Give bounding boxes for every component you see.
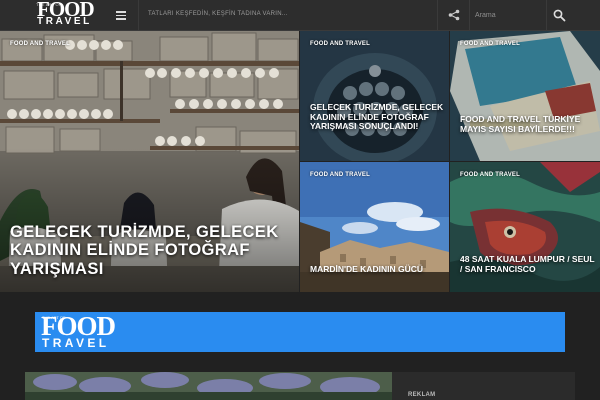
post-category[interactable]: FOOD AND TRAVEL — [310, 172, 370, 178]
featured-post-main[interactable]: FOOD AND TRAVEL GELECEK TURİZMDE, GELECE… — [0, 31, 299, 292]
ad-label: REKLAM — [408, 392, 436, 398]
post-category[interactable]: FOOD AND TRAVEL — [460, 41, 520, 47]
search-input[interactable] — [475, 8, 545, 23]
header-divider — [546, 0, 547, 31]
featured-post[interactable]: FOOD AND TRAVEL GELECEK TURİZMDE, GELECE… — [300, 31, 449, 161]
logo-travel: TRAVEL — [37, 16, 92, 27]
advertisement-banner[interactable]: THE ART OF FOOD TRAVEL — [35, 311, 565, 352]
post-title[interactable]: GELECEK TURİZMDE, GELECEK KADININ ELİNDE… — [10, 223, 295, 278]
featured-image-magazines — [450, 31, 600, 161]
post-title[interactable]: FOOD AND TRAVEL TÜRKİYE MAYIS SAYISI BAY… — [460, 114, 595, 134]
featured-post[interactable]: FOOD AND TRAVEL MARDİN'DE KADININ GÜCÜ — [300, 162, 449, 292]
post-category[interactable]: FOOD AND TRAVEL — [10, 41, 70, 47]
post-title[interactable]: 48 SAAT KUALA LUMPUR / SEUL / SAN FRANCI… — [460, 254, 595, 274]
wisteria-image — [25, 372, 392, 400]
search-icon[interactable] — [553, 9, 566, 22]
share-icon[interactable] — [448, 9, 460, 21]
sidebar-ad: REKLAM — [392, 372, 575, 400]
site-tagline: TATLARI KEŞFEDİN, KEŞFİN TADINA VARIN... — [148, 11, 288, 17]
featured-post[interactable]: FOOD AND TRAVEL 48 SAAT KUALA LUMPUR / S… — [450, 162, 600, 292]
hamburger-menu-icon[interactable] — [116, 11, 126, 20]
post-title[interactable]: MARDİN'DE KADININ GÜCÜ — [310, 264, 445, 275]
featured-post[interactable]: FOOD AND TRAVEL FOOD AND TRAVEL TÜRKİYE … — [450, 31, 600, 161]
post-image-wisteria[interactable] — [25, 372, 392, 400]
banner-logo-travel: TRAVEL — [42, 336, 110, 350]
post-category[interactable]: FOOD AND TRAVEL — [460, 172, 520, 178]
header-divider — [138, 0, 139, 31]
header-divider — [469, 0, 470, 31]
header-divider — [437, 0, 438, 31]
featured-image-tandoor-oven — [300, 31, 449, 161]
site-logo[interactable]: THE ART OF FOOD TRAVEL — [36, 0, 102, 30]
featured-grid: FOOD AND TRAVEL GELECEK TURİZMDE, GELECE… — [0, 31, 600, 292]
top-bar: THE ART OF FOOD TRAVEL TATLARI KEŞFEDİN,… — [0, 0, 600, 31]
post-title[interactable]: GELECEK TURİZMDE, GELECEK KADININ ELİNDE… — [310, 102, 445, 132]
post-category[interactable]: FOOD AND TRAVEL — [310, 41, 370, 47]
